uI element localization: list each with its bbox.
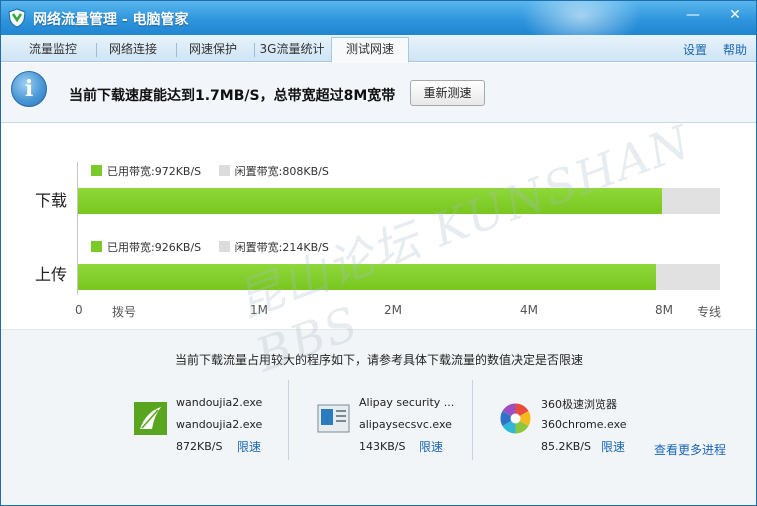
process-item: 360极速浏览器 360chrome.exe 85.2KB/S 限速 [499, 378, 644, 460]
download-used-label: 已用带宽:972KB/S [107, 165, 202, 178]
close-icon[interactable]: ✕ [723, 5, 747, 25]
help-link[interactable]: 帮助 [723, 41, 747, 58]
bandwidth-chart: 已用带宽:972KB/S 闲置带宽:808KB/S 下载 已用带宽:926KB/… [1, 124, 756, 329]
tab-separator [176, 43, 177, 57]
upload-used-bar [78, 264, 656, 290]
top-processes-message: 当前下载流量占用较大的程序如下，请参考具体下载流量的数值决定是否限速 [175, 353, 584, 367]
tab-speed-test[interactable]: 测试网速 [331, 37, 409, 63]
window-title: 网络流量管理 - 电脑管家 [33, 12, 189, 28]
process-item: wandoujia2.exe wandoujia2.exe 872KB/S 限速 [134, 378, 279, 460]
x-tick-label: 拨号 [112, 305, 137, 319]
process-separator [288, 380, 289, 460]
process-exe: 360chrome.exe [541, 418, 627, 431]
process-item: Alipay security ... alipaysecsvc.exe 143… [317, 378, 462, 460]
download-idle-label: 闲置带宽:808KB/S [234, 165, 329, 178]
pc-manager-logo-icon [8, 8, 26, 28]
x-tick-label: 专线 [697, 305, 722, 319]
tab-network-connections[interactable]: 网络连接 [99, 38, 167, 62]
download-used-bar [78, 188, 662, 214]
x-tick-label: 4M [520, 303, 538, 317]
alipay-security-icon [317, 404, 350, 433]
tab-bar: 流量监控 网络连接 网速保护 3G流量统计 测试网速 设置 帮助 [1, 35, 756, 63]
process-speed: 85.2KB/S [541, 440, 591, 453]
download-bar-track [78, 188, 720, 214]
download-row-label: 下载 [35, 191, 68, 210]
tab-3g-statistics[interactable]: 3G流量统计 [256, 38, 328, 62]
process-speed: 872KB/S [176, 440, 223, 453]
limit-speed-link[interactable]: 限速 [601, 438, 625, 455]
limit-speed-link[interactable]: 限速 [419, 438, 443, 455]
title-bar: 网络流量管理 - 电脑管家 — ✕ [1, 1, 756, 51]
x-tick-label: 0 [75, 303, 83, 317]
download-legend: 已用带宽:972KB/S 闲置带宽:808KB/S [91, 163, 329, 179]
process-name: Alipay security ... [359, 396, 455, 409]
process-name: wandoujia2.exe [176, 396, 263, 409]
upload-bar-track [78, 264, 720, 290]
tab-traffic-monitor[interactable]: 流量监控 [19, 38, 87, 62]
idle-bandwidth-swatch [218, 241, 230, 252]
idle-bandwidth-swatch [218, 165, 230, 176]
x-tick-label: 1M [250, 303, 268, 317]
upload-legend: 已用带宽:926KB/S 闲置带宽:214KB/S [91, 239, 329, 255]
process-exe: wandoujia2.exe [176, 418, 263, 431]
upload-used-label: 已用带宽:926KB/S [107, 241, 202, 254]
wandoujia-icon [134, 402, 167, 435]
traffic-manager-window: 网络流量管理 - 电脑管家 — ✕ 流量监控 网络连接 网速保护 3G流量统计 … [0, 0, 757, 506]
top-processes-panel: 当前下载流量占用较大的程序如下，请参考具体下载流量的数值决定是否限速 wando… [1, 329, 756, 505]
view-more-processes-link[interactable]: 查看更多进程 [654, 441, 726, 458]
tab-separator [96, 43, 97, 57]
process-speed: 143KB/S [359, 440, 406, 453]
minimize-icon[interactable]: — [681, 5, 705, 25]
speed-result-message: 当前下载速度能达到1.7MB/S，总带宽超过8M宽带 [69, 88, 396, 104]
x-tick-label: 8M [655, 303, 673, 317]
360-browser-icon [500, 403, 531, 434]
upload-row-label: 上传 [35, 265, 68, 284]
process-separator [472, 380, 473, 460]
used-bandwidth-swatch [91, 241, 102, 252]
upload-idle-label: 闲置带宽:214KB/S [234, 241, 329, 254]
info-icon: i [11, 71, 47, 107]
x-tick-label: 2M [384, 303, 402, 317]
settings-link[interactable]: 设置 [683, 41, 707, 58]
speed-result-header: i 当前下载速度能达到1.7MB/S，总带宽超过8M宽带 重新测速 [1, 63, 756, 123]
process-exe: alipaysecsvc.exe [359, 418, 452, 431]
tab-speed-protection[interactable]: 网速保护 [179, 38, 247, 62]
used-bandwidth-swatch [91, 165, 102, 176]
tab-separator [254, 43, 255, 57]
limit-speed-link[interactable]: 限速 [237, 438, 261, 455]
process-name: 360极速浏览器 [541, 398, 617, 411]
retest-button[interactable]: 重新测速 [410, 80, 485, 106]
